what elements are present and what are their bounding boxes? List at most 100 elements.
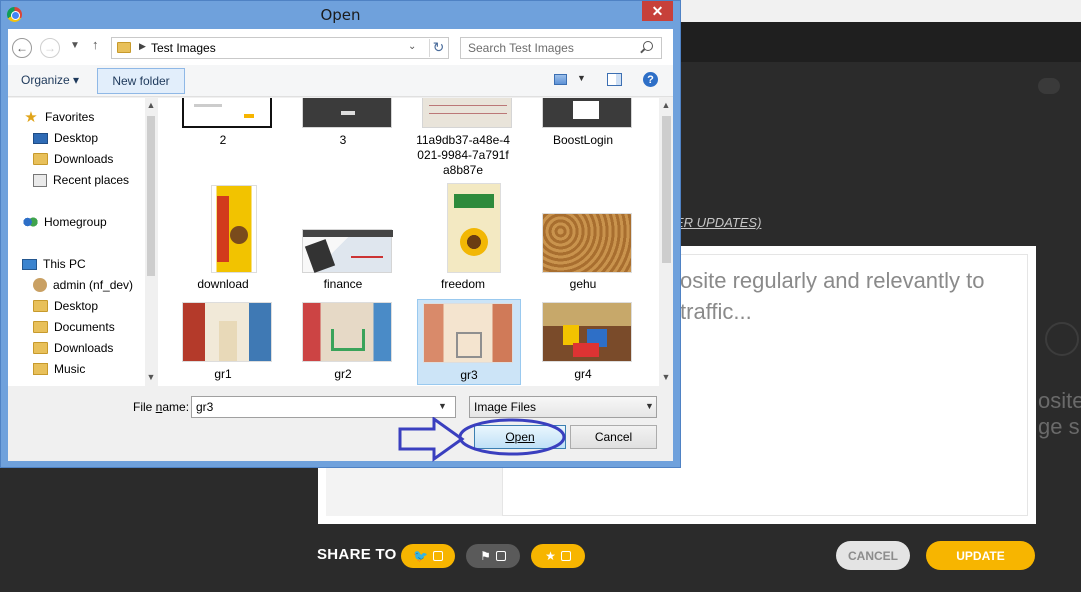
share-flag-toggle[interactable]: ⚑ <box>466 544 520 568</box>
updates-link[interactable]: ER UPDATES) <box>675 215 761 230</box>
nav-documents[interactable]: Documents <box>33 317 115 337</box>
nav-pc-downloads[interactable]: Downloads <box>33 338 113 358</box>
address-bar[interactable]: ▶ Test Images ⌄ ↻ <box>111 37 449 59</box>
side-text-line-1: osite <box>1038 388 1081 413</box>
search-input[interactable]: Search Test Images <box>460 37 662 59</box>
up-button[interactable]: ↑ <box>92 37 99 52</box>
file-item-selected[interactable]: gr3 <box>417 299 521 385</box>
star-icon: ★ <box>545 549 556 563</box>
file-item[interactable]: 2 <box>181 98 285 158</box>
scroll-up-icon[interactable]: ▲ <box>146 100 156 110</box>
nav-music[interactable]: Music <box>33 359 85 379</box>
nav-label: Music <box>54 362 86 376</box>
help-icon[interactable]: ? <box>643 72 658 87</box>
scroll-up-icon[interactable]: ▲ <box>661 100 671 110</box>
refresh-icon: ↻ <box>432 39 445 55</box>
documents-folder-icon <box>33 321 48 333</box>
scroll-thumb[interactable] <box>662 116 671 263</box>
nav-label: Desktop <box>54 299 99 313</box>
file-thumbnail <box>447 183 501 273</box>
file-name-input[interactable]: gr3 <box>191 396 456 418</box>
nav-scrollbar[interactable]: ▲ ▼ <box>145 98 157 386</box>
address-row: ← → ▼ ↑ ▶ Test Images ⌄ ↻ Search Test Im… <box>8 29 673 65</box>
share-twitter-toggle[interactable]: 🐦 <box>401 544 455 568</box>
close-icon: ✕ <box>651 2 664 19</box>
cancel-update-button[interactable]: CANCEL <box>836 541 910 570</box>
arrow-left-icon: ← <box>16 41 28 55</box>
nav-favorites[interactable]: ★ Favorites <box>23 107 94 127</box>
placeholder-line-2: traffic... <box>680 299 752 324</box>
arrow-right-icon: → <box>44 41 56 55</box>
open-label: Open <box>505 430 535 444</box>
nav-downloads[interactable]: Downloads <box>33 149 113 169</box>
file-name: 2 <box>219 133 227 147</box>
scroll-thumb[interactable] <box>147 116 155 276</box>
file-item[interactable]: 11a9db37-a48e-4021-9984-7a791fa8b87e <box>416 98 525 183</box>
file-item[interactable]: download <box>181 182 285 291</box>
file-name: gehu <box>569 277 597 291</box>
file-item[interactable]: gr2 <box>301 298 405 384</box>
forward-button[interactable]: → <box>40 38 60 58</box>
file-thumbnail <box>211 185 257 273</box>
file-item[interactable]: gr4 <box>541 298 645 384</box>
scroll-down-icon[interactable]: ▼ <box>146 372 156 382</box>
arrow-up-icon: ↑ <box>92 37 99 52</box>
dialog-content: ← → ▼ ↑ ▶ Test Images ⌄ ↻ Search Test Im… <box>8 29 673 461</box>
nav-label: admin (nf_dev) <box>53 278 134 292</box>
search-placeholder: Search Test Images <box>468 41 574 55</box>
notification-badge[interactable] <box>1038 78 1060 94</box>
file-name-dropdown[interactable]: ▼ <box>438 401 447 411</box>
folder-icon <box>117 42 131 53</box>
nav-label: Homegroup <box>44 215 107 229</box>
breadcrumb-chevron-icon[interactable]: ▶ <box>139 41 146 52</box>
file-item[interactable]: gehu <box>541 182 645 291</box>
computer-icon <box>22 258 37 270</box>
nav-recent-places[interactable]: Recent places <box>33 170 129 190</box>
nav-pc-desktop[interactable]: Desktop <box>33 296 98 316</box>
dialog-titlebar[interactable]: Open ✕ <box>1 1 680 29</box>
side-panel-icon <box>1045 322 1079 356</box>
organize-menu[interactable]: Organize ▾ <box>13 69 87 93</box>
breadcrumb-current[interactable]: Test Images <box>151 41 216 55</box>
file-type-select[interactable]: Image Files <box>469 396 657 418</box>
nav-label: Favorites <box>45 110 95 124</box>
label-part: File <box>133 400 156 414</box>
navigation-pane: ★ Favorites Desktop Downloads Recent plac… <box>8 98 157 386</box>
file-item[interactable]: 3 <box>301 98 405 158</box>
recent-locations-dropdown[interactable]: ▼ <box>70 40 80 51</box>
view-dropdown[interactable]: ▼ <box>577 73 586 83</box>
nav-desktop[interactable]: Desktop <box>33 128 98 148</box>
back-button[interactable]: ← <box>12 38 32 58</box>
preview-pane-icon[interactable] <box>607 73 622 86</box>
open-button[interactable]: Open <box>474 425 566 449</box>
file-item[interactable]: gr1 <box>181 298 285 384</box>
file-item[interactable]: freedom <box>421 182 525 291</box>
change-view-icon[interactable] <box>554 74 567 85</box>
search-icon[interactable] <box>643 41 653 51</box>
music-folder-icon <box>33 363 48 375</box>
update-button[interactable]: UPDATE <box>926 541 1035 570</box>
file-name: gr4 <box>574 367 592 381</box>
file-type-dropdown-icon[interactable]: ▼ <box>645 401 654 411</box>
file-item[interactable]: BoostLogin <box>541 98 645 158</box>
files-scrollbar[interactable]: ▲ ▼ <box>659 98 673 386</box>
address-dropdown[interactable]: ⌄ <box>408 41 416 52</box>
close-button[interactable]: ✕ <box>642 1 673 21</box>
nav-this-pc[interactable]: This PC <box>22 254 86 274</box>
placeholder-line-1: osite regularly and relevantly to <box>680 268 985 293</box>
new-folder-button[interactable]: New folder <box>97 68 185 94</box>
share-star-toggle[interactable]: ★ <box>531 544 585 568</box>
files-pane: 2 3 11a9db37-a48e-4021-9984-7a791fa8b87e <box>158 98 673 386</box>
file-item[interactable]: finance <box>301 182 405 291</box>
cancel-button[interactable]: Cancel <box>570 425 657 449</box>
refresh-button[interactable]: ↻ <box>429 39 447 57</box>
file-name: gr1 <box>214 367 232 381</box>
nav-admin[interactable]: admin (nf_dev) <box>33 275 133 295</box>
nav-label: Recent places <box>53 173 130 187</box>
nav-homegroup[interactable]: Homegroup <box>22 212 107 232</box>
file-name: download <box>197 277 249 291</box>
scroll-down-icon[interactable]: ▼ <box>661 372 671 382</box>
nav-label: Desktop <box>54 131 99 145</box>
nav-label: This PC <box>43 257 86 271</box>
nav-label: Downloads <box>54 341 114 355</box>
